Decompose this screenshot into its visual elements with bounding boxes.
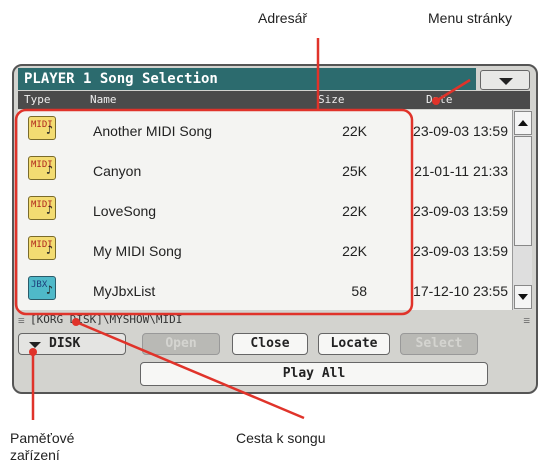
path-dot <box>72 318 80 326</box>
callout-overlay <box>14 38 471 420</box>
page-menu-dot <box>432 97 440 105</box>
path-leader <box>75 320 305 420</box>
directory-highlight <box>14 108 414 316</box>
page-menu-leader <box>435 78 471 103</box>
